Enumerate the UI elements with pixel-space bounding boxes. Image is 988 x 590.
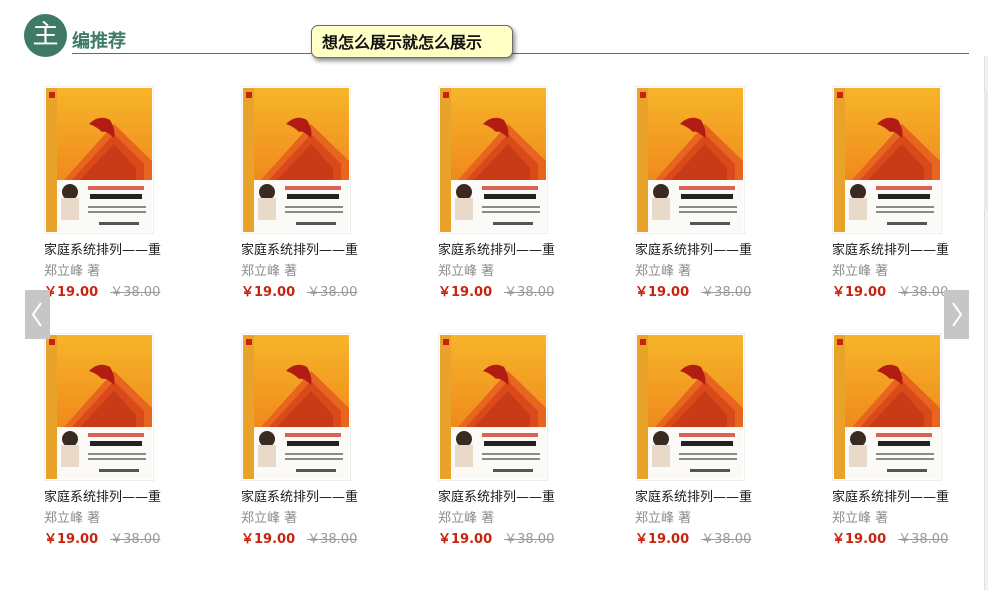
- product-author: 郑立峰 著: [44, 264, 101, 279]
- carousel-prev-button[interactable]: [25, 290, 50, 339]
- price-row: ￥19.00 ￥38.00: [438, 281, 554, 300]
- price-row: ￥19.00 ￥38.00: [635, 281, 751, 300]
- book-cover-image[interactable]: [832, 86, 942, 234]
- original-price: ￥38.00: [504, 532, 555, 547]
- product-card[interactable]: 家庭系统排列——重 郑立峰 著 ￥19.00 ￥38.00: [241, 333, 391, 563]
- product-title[interactable]: 家庭系统排列——重: [241, 239, 358, 258]
- original-price: ￥38.00: [701, 285, 752, 300]
- chevron-right-icon: [952, 302, 963, 327]
- product-title[interactable]: 家庭系统排列——重: [635, 486, 752, 505]
- original-price: ￥38.00: [504, 285, 555, 300]
- product-title[interactable]: 家庭系统排列——重: [44, 239, 161, 258]
- product-author: 郑立峰 著: [241, 511, 298, 526]
- product-author: 郑立峰 著: [241, 264, 298, 279]
- product-author: 郑立峰 著: [832, 511, 889, 526]
- book-cover-image[interactable]: [44, 333, 154, 481]
- product-author: 郑立峰 著: [44, 511, 101, 526]
- book-cover-image[interactable]: [241, 86, 351, 234]
- product-author: 郑立峰 著: [438, 511, 495, 526]
- sale-price: ￥19.00: [241, 532, 296, 547]
- product-author: 郑立峰 著: [832, 264, 889, 279]
- book-cover-image[interactable]: [438, 86, 548, 234]
- sale-price: ￥19.00: [635, 285, 690, 300]
- price-row: ￥19.00 ￥38.00: [832, 281, 948, 300]
- book-cover-image[interactable]: [438, 333, 548, 481]
- product-title[interactable]: 家庭系统排列——重: [832, 239, 949, 258]
- product-title[interactable]: 家庭系统排列——重: [44, 486, 161, 505]
- price-row: ￥19.00 ￥38.00: [241, 281, 357, 300]
- original-price: ￥38.00: [898, 532, 949, 547]
- book-cover-image[interactable]: [635, 333, 745, 481]
- product-title[interactable]: 家庭系统排列——重: [241, 486, 358, 505]
- product-card[interactable]: 家庭系统排列——重 郑立峰 著 ￥19.00 ￥38.00: [635, 333, 785, 563]
- book-cover-image[interactable]: [44, 86, 154, 234]
- product-author: 郑立峰 著: [635, 264, 692, 279]
- sale-price: ￥19.00: [44, 285, 99, 300]
- chevron-left-icon: [31, 302, 42, 327]
- price-row: ￥19.00 ￥38.00: [832, 528, 948, 547]
- product-title[interactable]: 家庭系统排列——重: [832, 486, 949, 505]
- price-row: ￥19.00 ￥38.00: [241, 528, 357, 547]
- sale-price: ￥19.00: [832, 285, 887, 300]
- product-card[interactable]: 家庭系统排列——重 郑立峰 著 ￥19.00 ￥38.00: [438, 333, 588, 563]
- price-row: ￥19.00 ￥38.00: [438, 528, 554, 547]
- original-price: ￥38.00: [898, 285, 949, 300]
- sale-price: ￥19.00: [438, 532, 493, 547]
- sale-price: ￥19.00: [44, 532, 99, 547]
- product-title[interactable]: 家庭系统排列——重: [635, 239, 752, 258]
- product-card[interactable]: 家庭系统排列——重 郑立峰 著 ￥19.00 ￥38.00: [241, 86, 391, 316]
- product-author: 郑立峰 著: [438, 264, 495, 279]
- sale-price: ￥19.00: [635, 532, 690, 547]
- sale-price: ￥19.00: [241, 285, 296, 300]
- product-card[interactable]: 家庭系统排列——重 郑立峰 著 ￥19.00 ￥38.00: [44, 86, 194, 316]
- original-price: ￥38.00: [307, 532, 358, 547]
- book-cover-image[interactable]: [832, 333, 942, 481]
- product-card[interactable]: 家庭系统排列——重 郑立峰 著 ￥19.00 ￥38.00: [438, 86, 588, 316]
- original-price: ￥38.00: [110, 532, 161, 547]
- sale-price: ￥19.00: [832, 532, 887, 547]
- product-card[interactable]: 家庭系统排列——重 郑立峰 著 ￥19.00 ￥38.00: [832, 333, 982, 563]
- original-price: ￥38.00: [110, 285, 161, 300]
- book-cover-image[interactable]: [241, 333, 351, 481]
- original-price: ￥38.00: [701, 532, 752, 547]
- book-cover-image[interactable]: [635, 86, 745, 234]
- product-author: 郑立峰 著: [635, 511, 692, 526]
- price-row: ￥19.00 ￥38.00: [44, 528, 160, 547]
- product-grid: 家庭系统排列——重 郑立峰 著 ￥19.00 ￥38.00 家庭系统排列——重 …: [0, 0, 988, 590]
- original-price: ￥38.00: [307, 285, 358, 300]
- product-card[interactable]: 家庭系统排列——重 郑立峰 著 ￥19.00 ￥38.00: [44, 333, 194, 563]
- price-row: ￥19.00 ￥38.00: [635, 528, 751, 547]
- product-card[interactable]: 家庭系统排列——重 郑立峰 著 ￥19.00 ￥38.00: [635, 86, 785, 316]
- product-card[interactable]: 家庭系统排列——重 郑立峰 著 ￥19.00 ￥38.00: [832, 86, 982, 316]
- price-row: ￥19.00 ￥38.00: [44, 281, 160, 300]
- sale-price: ￥19.00: [438, 285, 493, 300]
- product-title[interactable]: 家庭系统排列——重: [438, 239, 555, 258]
- product-title[interactable]: 家庭系统排列——重: [438, 486, 555, 505]
- carousel-next-button[interactable]: [944, 290, 969, 339]
- page: 主 编推荐 想怎么展示就怎么展示 家庭系统排列——重 郑立峰 著 ￥19.00 …: [0, 0, 988, 590]
